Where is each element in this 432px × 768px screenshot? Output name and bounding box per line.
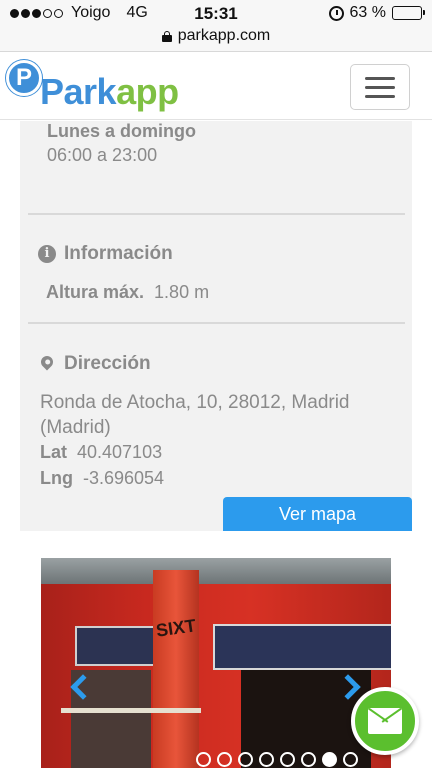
hours-time: 06:00 a 23:00: [47, 145, 158, 165]
status-right: 63 %: [328, 4, 425, 22]
photo-banner: [75, 626, 155, 666]
carousel-dot[interactable]: [343, 752, 358, 767]
lock-icon: [161, 30, 172, 42]
photo-banner: [213, 624, 391, 670]
view-map-button[interactable]: Ver mapa: [223, 497, 412, 531]
parking-photo[interactable]: SIXT: [41, 558, 391, 768]
info-section-title: i Información: [38, 243, 173, 265]
battery-percent: 63 %: [349, 4, 386, 21]
max-height-row: Altura máx. 1.80 m: [46, 282, 209, 303]
logo-text: Parkapp: [40, 71, 179, 112]
alarm-icon: [328, 5, 344, 21]
hamburger-menu-button[interactable]: [350, 64, 410, 110]
carousel-dot[interactable]: [196, 752, 211, 767]
max-height-value: 1.80 m: [154, 282, 210, 302]
address-section-title: Dirección: [38, 353, 151, 375]
carousel-dot[interactable]: [259, 752, 274, 767]
carousel-dot[interactable]: [217, 752, 232, 767]
battery-icon: [392, 6, 425, 20]
divider: [28, 322, 405, 324]
divider: [28, 213, 405, 215]
max-height-label: Altura máx.: [46, 282, 145, 302]
carousel-dot[interactable]: [301, 752, 316, 767]
address-text: Ronda de Atocha, 10, 28012, Madrid (Madr…: [40, 392, 350, 438]
status-bar: Yoigo 4G 15:31 63 %: [0, 0, 432, 26]
envelope-icon: [368, 708, 402, 734]
hours-days: Lunes a domingo: [47, 121, 197, 141]
carousel-pager[interactable]: [196, 752, 358, 767]
info-icon: i: [38, 245, 56, 263]
logo-p-icon: P: [6, 60, 42, 96]
carousel-dot[interactable]: [280, 752, 295, 767]
carousel-dot[interactable]: [322, 752, 337, 767]
lat-label: Lat: [40, 442, 67, 462]
site-header: P Parkapp: [0, 53, 432, 120]
latitude-row: Lat 40.407103: [40, 442, 162, 463]
lng-value: -3.696054: [83, 468, 165, 488]
parkapp-logo[interactable]: P Parkapp: [6, 60, 196, 114]
carousel-dot[interactable]: [238, 752, 253, 767]
browser-url-bar[interactable]: parkapp.com: [0, 26, 432, 52]
parking-info-card: Lunes a domingo 06:00 a 23:00 i Informac…: [20, 121, 412, 531]
contact-mail-button[interactable]: [351, 687, 419, 755]
url-text[interactable]: parkapp.com: [178, 27, 271, 45]
longitude-row: Lng -3.696054: [40, 468, 164, 489]
map-pin-icon: [38, 353, 56, 371]
lng-label: Lng: [40, 468, 73, 488]
menu-icon: [365, 77, 395, 80]
lat-value: 40.407103: [77, 442, 163, 462]
